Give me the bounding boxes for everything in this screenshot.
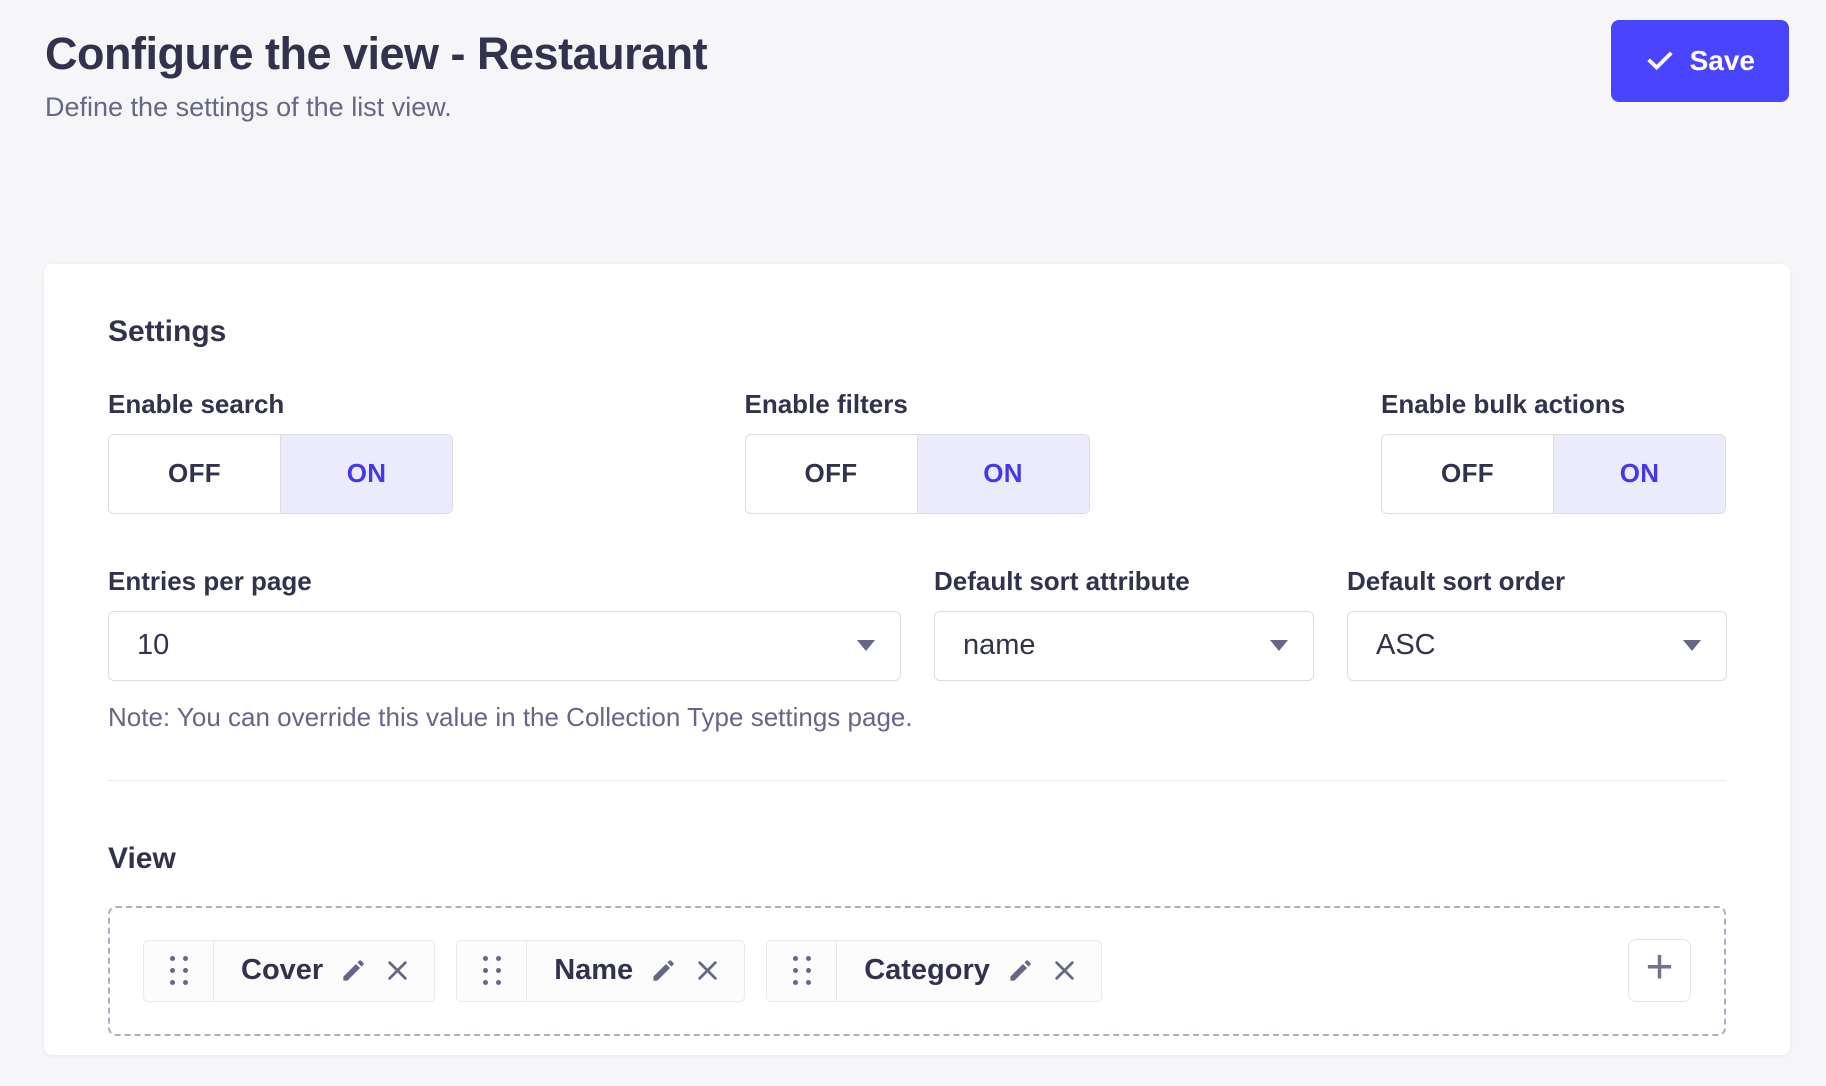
drag-handle-icon[interactable] [767,941,837,1001]
field-chip-cover[interactable]: Cover [143,940,435,1002]
default-sort-attribute-value: name [963,629,1036,662]
settings-card: Settings Enable search OFF ON Enable fil… [44,264,1790,1055]
entries-per-page-note: Note: You can override this value in the… [108,702,1726,733]
settings-heading: Settings [108,315,1726,349]
toggles-row: Enable search OFF ON Enable filters OFF … [108,389,1726,514]
select-field-default-sort-attribute: Default sort attribute name [934,566,1314,681]
save-button[interactable]: Save [1611,20,1789,102]
chevron-down-icon [1270,640,1288,651]
x-icon[interactable] [694,957,721,984]
enable-search-label: Enable search [108,389,453,420]
enable-bulk-actions-label: Enable bulk actions [1381,389,1726,420]
field-chip-label: Cover [214,954,340,987]
x-icon[interactable] [384,957,411,984]
pencil-icon[interactable] [650,957,677,984]
entries-per-page-label: Entries per page [108,566,901,597]
selects-row: Entries per page 10 Default sort attribu… [108,566,1726,681]
select-field-entries-per-page: Entries per page 10 [108,566,901,681]
pencil-icon[interactable] [340,957,367,984]
check-icon [1645,46,1675,76]
field-chip-category[interactable]: Category [766,940,1102,1002]
drag-handle-icon[interactable] [457,941,527,1001]
enable-search-toggle[interactable]: OFF ON [108,434,453,514]
drag-handle-icon[interactable] [144,941,214,1001]
enable-filters-on-option[interactable]: ON [918,435,1089,513]
field-chip-list: Cover [143,940,1102,1002]
enable-filters-label: Enable filters [745,389,1090,420]
enable-bulk-actions-off-option[interactable]: OFF [1382,435,1554,513]
enable-search-off-option[interactable]: OFF [109,435,281,513]
drag-dots [483,956,501,985]
drag-dots [793,956,811,985]
settings-section: Settings Enable search OFF ON Enable fil… [108,315,1726,733]
configure-view-page: Configure the view - Restaurant Define t… [0,0,1826,1086]
field-layout-dropzone[interactable]: Cover [108,906,1726,1036]
section-divider [108,780,1726,781]
drag-dots [170,956,188,985]
entries-per-page-value: 10 [137,629,169,662]
chevron-down-icon [1683,640,1701,651]
page-title: Configure the view - Restaurant [45,28,1789,80]
field-chip-label: Name [527,954,650,987]
view-heading: View [108,842,1726,876]
page-header: Configure the view - Restaurant Define t… [0,0,1826,123]
default-sort-attribute-label: Default sort attribute [934,566,1314,597]
default-sort-attribute-select[interactable]: name [934,611,1314,681]
enable-bulk-actions-toggle[interactable]: OFF ON [1381,434,1726,514]
enable-bulk-actions-on-option[interactable]: ON [1554,435,1725,513]
view-section: View Cover [108,842,1726,1036]
chevron-down-icon [857,640,875,651]
add-field-button[interactable]: + [1628,939,1691,1002]
page-subtitle: Define the settings of the list view. [45,92,1789,123]
toggle-field-enable-search: Enable search OFF ON [108,389,453,514]
x-icon[interactable] [1051,957,1078,984]
enable-search-on-option[interactable]: ON [281,435,452,513]
plus-icon: + [1645,944,1673,992]
entries-per-page-select[interactable]: 10 [108,611,901,681]
enable-filters-off-option[interactable]: OFF [746,435,918,513]
field-chip-label: Category [837,954,1007,987]
save-button-label: Save [1690,45,1755,77]
default-sort-order-label: Default sort order [1347,566,1727,597]
toggle-field-enable-bulk-actions: Enable bulk actions OFF ON [1381,389,1726,514]
enable-filters-toggle[interactable]: OFF ON [745,434,1090,514]
default-sort-order-value: ASC [1376,629,1436,662]
pencil-icon[interactable] [1007,957,1034,984]
field-chip-name[interactable]: Name [456,940,745,1002]
default-sort-order-select[interactable]: ASC [1347,611,1727,681]
select-field-default-sort-order: Default sort order ASC [1347,566,1727,681]
toggle-field-enable-filters: Enable filters OFF ON [745,389,1090,514]
